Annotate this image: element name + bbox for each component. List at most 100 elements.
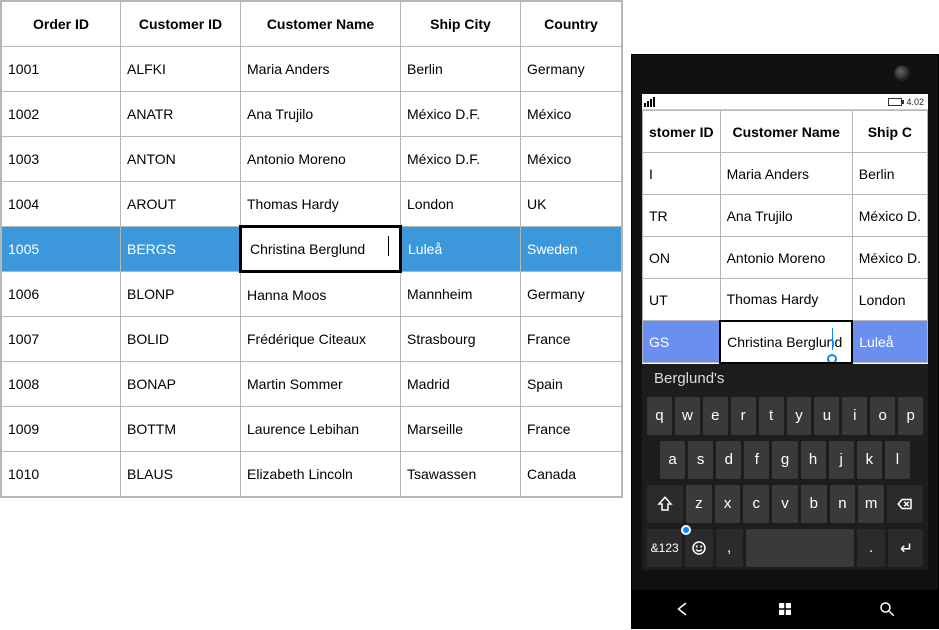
- table-row[interactable]: GSLuleå: [643, 321, 928, 363]
- cell-customer-id[interactable]: BLONP: [121, 272, 241, 317]
- on-screen-keyboard[interactable]: Berglund's qwertyuiop asdfghjkl zxcvbnm: [642, 364, 928, 570]
- cell-customer-id[interactable]: AROUT: [121, 182, 241, 227]
- windows-button[interactable]: [765, 590, 805, 628]
- key-n[interactable]: n: [830, 485, 856, 523]
- key-j[interactable]: j: [829, 441, 854, 479]
- mobile-header-customer-id[interactable]: stomer ID: [643, 111, 721, 153]
- cell-customer-name[interactable]: Martin Sommer: [241, 362, 401, 407]
- table-row[interactable]: UTThomas HardyLondon: [643, 279, 928, 321]
- cell-ship-city[interactable]: México D.F.: [401, 137, 521, 182]
- cell-customer-name[interactable]: Hanna Moos: [241, 272, 401, 317]
- cell-country[interactable]: México: [521, 137, 622, 182]
- table-row[interactable]: 1003ANTONAntonio MorenoMéxico D.F.México: [2, 137, 622, 182]
- cell-order-id[interactable]: 1005: [2, 227, 121, 272]
- cell-customer-id[interactable]: I: [643, 153, 721, 195]
- cell-ship-city[interactable]: Luleå: [401, 227, 521, 272]
- cell-order-id[interactable]: 1006: [2, 272, 121, 317]
- cell-customer-name[interactable]: Laurence Lebihan: [241, 407, 401, 452]
- table-row[interactable]: 1006BLONPHanna MoosMannheimGermany: [2, 272, 622, 317]
- cell-customer-id[interactable]: TR: [643, 195, 721, 237]
- space-key[interactable]: [746, 529, 855, 567]
- cell-edit-input[interactable]: [727, 327, 845, 357]
- cell-country[interactable]: Canada: [521, 452, 622, 497]
- cell-country[interactable]: Spain: [521, 362, 622, 407]
- key-s[interactable]: s: [688, 441, 713, 479]
- cell-customer-id[interactable]: ON: [643, 237, 721, 279]
- cell-country[interactable]: France: [521, 317, 622, 362]
- table-row[interactable]: 1004AROUTThomas HardyLondonUK: [2, 182, 622, 227]
- key-l[interactable]: l: [885, 441, 910, 479]
- cell-country[interactable]: México: [521, 92, 622, 137]
- cursor-handle-icon[interactable]: [681, 525, 691, 535]
- cell-ship-city[interactable]: Madrid: [401, 362, 521, 407]
- table-row[interactable]: 1007BOLIDFrédérique CiteauxStrasbourgFra…: [2, 317, 622, 362]
- cell-ship-city[interactable]: Marseille: [401, 407, 521, 452]
- table-row[interactable]: ONAntonio MorenoMéxico D.: [643, 237, 928, 279]
- key-a[interactable]: a: [660, 441, 685, 479]
- key-k[interactable]: k: [857, 441, 882, 479]
- header-customer-name[interactable]: Customer Name: [241, 2, 401, 47]
- cell-customer-id[interactable]: BOTTM: [121, 407, 241, 452]
- cell-order-id[interactable]: 1001: [2, 47, 121, 92]
- caret-handle-icon[interactable]: [827, 354, 837, 363]
- backspace-key[interactable]: [887, 485, 923, 523]
- cell-ship-city[interactable]: London: [401, 182, 521, 227]
- cell-customer-name[interactable]: [241, 227, 401, 272]
- cell-customer-name[interactable]: Thomas Hardy: [241, 182, 401, 227]
- key-i[interactable]: i: [842, 397, 867, 435]
- cell-customer-id[interactable]: ANATR: [121, 92, 241, 137]
- cell-customer-name[interactable]: Frédérique Citeaux: [241, 317, 401, 362]
- key-b[interactable]: b: [801, 485, 827, 523]
- symbols-key[interactable]: &123: [647, 529, 682, 567]
- key-d[interactable]: d: [716, 441, 741, 479]
- cell-ship-city[interactable]: México D.: [852, 237, 927, 279]
- key-y[interactable]: y: [787, 397, 812, 435]
- desktop-data-grid[interactable]: Order ID Customer ID Customer Name Ship …: [0, 0, 623, 498]
- cell-ship-city[interactable]: Berlin: [852, 153, 927, 195]
- cell-ship-city[interactable]: Tsawassen: [401, 452, 521, 497]
- table-row[interactable]: 1005BERGSLuleåSweden: [2, 227, 622, 272]
- key-o[interactable]: o: [870, 397, 895, 435]
- table-row[interactable]: 1002ANATRAna TrujiloMéxico D.F.México: [2, 92, 622, 137]
- back-button[interactable]: [663, 590, 703, 628]
- header-country[interactable]: Country: [521, 2, 622, 47]
- cell-customer-name[interactable]: [720, 321, 852, 363]
- cell-customer-id[interactable]: ANTON: [121, 137, 241, 182]
- key-t[interactable]: t: [759, 397, 784, 435]
- cell-country[interactable]: France: [521, 407, 622, 452]
- mobile-header-ship-city[interactable]: Ship C: [852, 111, 927, 153]
- key-v[interactable]: v: [772, 485, 798, 523]
- cell-customer-name[interactable]: Maria Anders: [241, 47, 401, 92]
- cell-customer-id[interactable]: BLAUS: [121, 452, 241, 497]
- header-customer-id[interactable]: Customer ID: [121, 2, 241, 47]
- cell-ship-city[interactable]: Berlin: [401, 47, 521, 92]
- cell-customer-name[interactable]: Ana Trujilo: [241, 92, 401, 137]
- key-e[interactable]: e: [703, 397, 728, 435]
- cell-customer-id[interactable]: ALFKI: [121, 47, 241, 92]
- cell-ship-city[interactable]: London: [852, 279, 927, 321]
- key-f[interactable]: f: [744, 441, 769, 479]
- cell-customer-id[interactable]: UT: [643, 279, 721, 321]
- key-r[interactable]: r: [731, 397, 756, 435]
- cell-customer-name[interactable]: Antonio Moreno: [720, 237, 852, 279]
- header-order-id[interactable]: Order ID: [2, 2, 121, 47]
- cell-order-id[interactable]: 1003: [2, 137, 121, 182]
- period-key[interactable]: .: [857, 529, 884, 567]
- key-z[interactable]: z: [686, 485, 712, 523]
- search-button[interactable]: [867, 590, 907, 628]
- cell-order-id[interactable]: 1002: [2, 92, 121, 137]
- cell-country[interactable]: Sweden: [521, 227, 622, 272]
- cell-order-id[interactable]: 1004: [2, 182, 121, 227]
- cell-customer-name[interactable]: Ana Trujilo: [720, 195, 852, 237]
- key-q[interactable]: q: [647, 397, 672, 435]
- shift-key[interactable]: [647, 485, 683, 523]
- table-row[interactable]: 1010BLAUSElizabeth LincolnTsawassenCanad…: [2, 452, 622, 497]
- cell-order-id[interactable]: 1008: [2, 362, 121, 407]
- table-row[interactable]: 1008BONAPMartin SommerMadridSpain: [2, 362, 622, 407]
- table-row[interactable]: 1009BOTTMLaurence LebihanMarseilleFrance: [2, 407, 622, 452]
- key-c[interactable]: c: [743, 485, 769, 523]
- cell-order-id[interactable]: 1010: [2, 452, 121, 497]
- key-m[interactable]: m: [858, 485, 884, 523]
- cell-customer-name[interactable]: Maria Anders: [720, 153, 852, 195]
- key-g[interactable]: g: [772, 441, 797, 479]
